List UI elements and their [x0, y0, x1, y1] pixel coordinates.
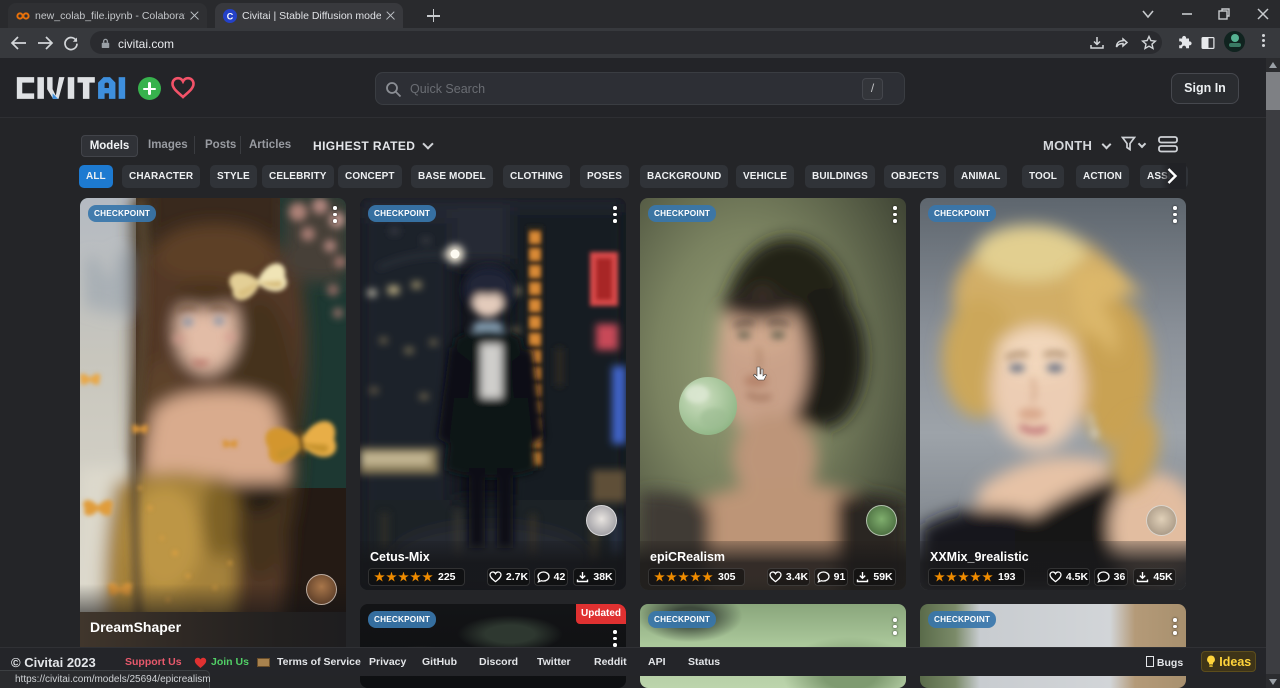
svg-text:C: C [227, 11, 234, 21]
